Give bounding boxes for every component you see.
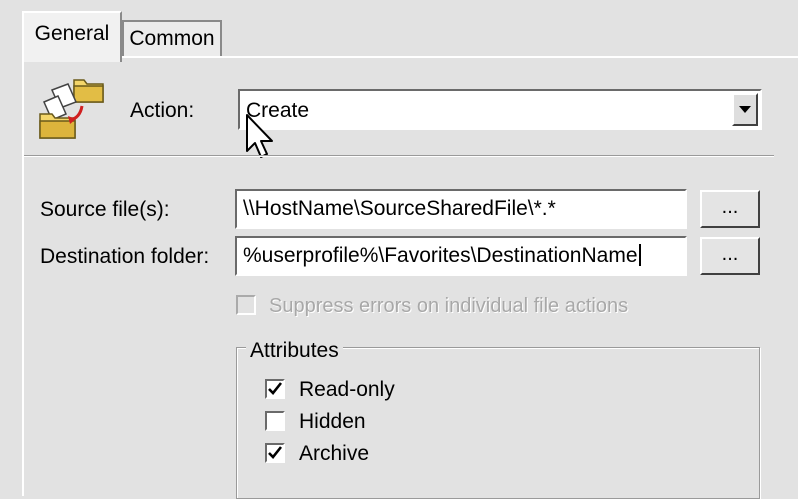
separator-highlight — [24, 156, 774, 157]
source-files-label: Source file(s): — [40, 198, 170, 221]
hidden-label: Hidden — [299, 410, 366, 433]
read-only-label: Read-only — [299, 378, 395, 401]
attributes-title: Attributes — [246, 339, 343, 363]
archive-label: Archive — [299, 442, 370, 465]
hidden-checkbox[interactable] — [265, 411, 285, 431]
destination-folder-label: Destination folder: — [40, 245, 210, 268]
tab-common[interactable]: Common — [122, 20, 222, 58]
destination-browse-button[interactable]: ... — [700, 237, 760, 275]
chevron-down-icon — [739, 105, 751, 113]
tab-general-label: General — [34, 21, 110, 45]
text-caret — [638, 244, 641, 266]
destination-folder-input[interactable]: %userprofile%\Favorites\DestinationName — [235, 236, 687, 276]
checkmark-icon — [268, 446, 283, 459]
action-dropdown[interactable]: Create — [238, 89, 762, 130]
dropdown-arrow-button[interactable] — [732, 93, 758, 126]
archive-checkbox[interactable] — [265, 443, 285, 463]
source-browse-button[interactable]: ... — [700, 190, 760, 228]
source-files-value: \\HostName\SourceSharedFile\*.* — [243, 197, 556, 220]
source-files-input[interactable]: \\HostName\SourceSharedFile\*.* — [235, 189, 687, 229]
action-label: Action: — [130, 99, 195, 122]
read-only-checkbox[interactable] — [265, 379, 285, 399]
destination-folder-value: %userprofile%\Favorites\DestinationName — [243, 244, 638, 267]
suppress-errors-label: Suppress errors on individual file actio… — [269, 295, 629, 317]
suppress-errors-checkbox[interactable] — [236, 295, 256, 315]
tab-common-label: Common — [129, 27, 215, 50]
tab-general[interactable]: General — [22, 11, 122, 62]
folder-copy-icon — [39, 79, 104, 139]
mouse-pointer-icon — [246, 114, 273, 158]
checkmark-icon — [268, 382, 283, 395]
